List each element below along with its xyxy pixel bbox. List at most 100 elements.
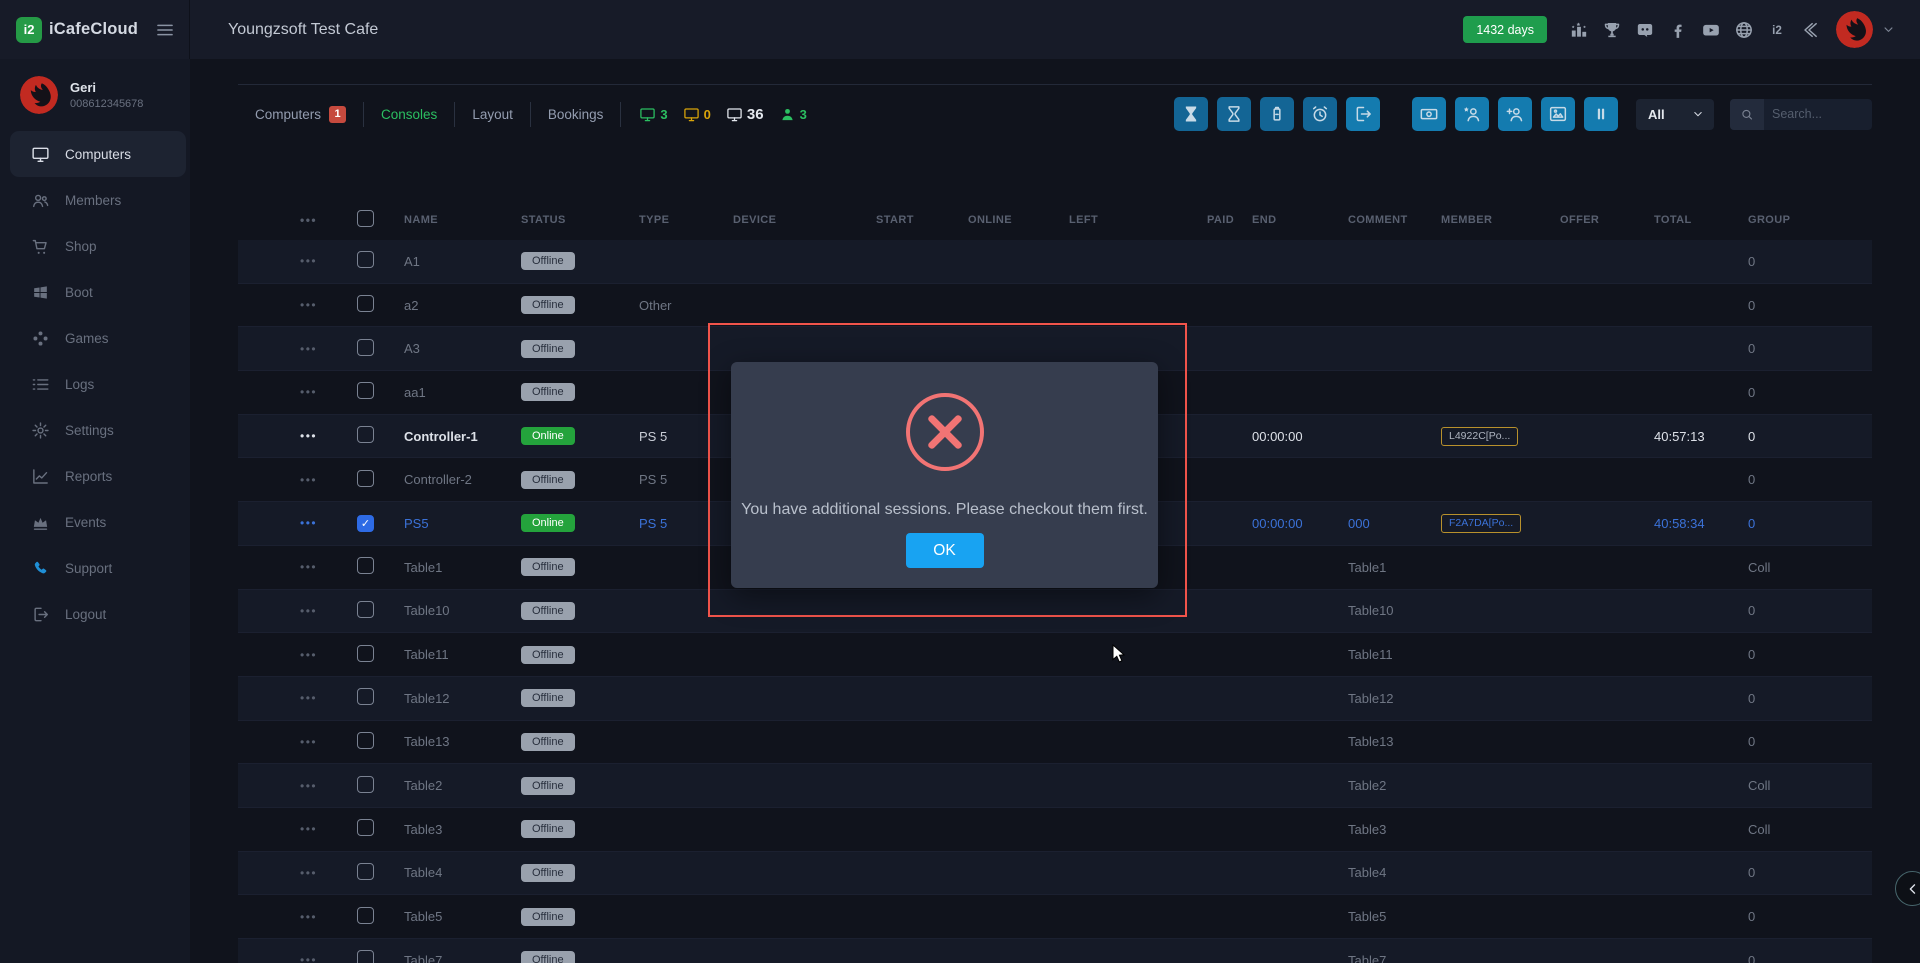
screenshot-button[interactable] — [1541, 97, 1575, 131]
row-checkbox[interactable] — [357, 251, 374, 268]
sidebar-item-logout[interactable]: Logout — [10, 591, 186, 637]
cell-name: Table1 — [404, 560, 521, 575]
row-menu-button[interactable]: ••• — [238, 560, 354, 574]
column-header[interactable]: STATUS — [521, 214, 639, 226]
cell-group: 0 — [1748, 385, 1872, 400]
cash-button[interactable] — [1412, 97, 1446, 131]
column-header[interactable]: MEMBER — [1441, 214, 1560, 226]
column-header[interactable]: OFFER — [1560, 214, 1654, 226]
avatar[interactable] — [1836, 11, 1873, 48]
add-member-star-button[interactable] — [1455, 97, 1489, 131]
profile-name: Geri — [70, 80, 143, 95]
alarm-button[interactable] — [1303, 97, 1337, 131]
checkout-button[interactable] — [1346, 97, 1380, 131]
row-checkbox[interactable] — [357, 601, 374, 618]
icafe-icon[interactable]: i2 — [1767, 20, 1787, 40]
row-menu-button[interactable]: ••• — [238, 866, 354, 880]
hourglass-button[interactable] — [1217, 97, 1251, 131]
stack-icon[interactable] — [1800, 20, 1820, 40]
sidebar-item-support[interactable]: Support — [10, 545, 186, 591]
row-checkbox[interactable] — [357, 732, 374, 749]
row-menu-button[interactable]: ••• — [238, 953, 354, 963]
row-menu-button[interactable]: ••• — [238, 779, 354, 793]
row-menu-button[interactable]: ••• — [238, 429, 354, 443]
row-checkbox[interactable] — [357, 295, 374, 312]
sidebar-item-logs[interactable]: Logs — [10, 361, 186, 407]
member-badge[interactable]: F2A7DA[Po... — [1441, 514, 1521, 533]
sidebar-item-settings[interactable]: Settings — [10, 407, 186, 453]
row-checkbox[interactable] — [357, 515, 374, 532]
row-menu-button[interactable]: ••• — [238, 473, 354, 487]
column-header[interactable]: TOTAL — [1654, 214, 1748, 226]
row-checkbox[interactable] — [357, 819, 374, 836]
tab-consoles[interactable]: Consoles — [364, 107, 454, 122]
battery-button[interactable] — [1260, 97, 1294, 131]
row-menu-button[interactable]: ••• — [238, 342, 354, 356]
youtube-icon[interactable] — [1701, 20, 1721, 40]
table-row: •••a2OfflineOther0 — [238, 284, 1872, 328]
globe-icon[interactable] — [1734, 20, 1754, 40]
row-checkbox[interactable] — [357, 950, 374, 963]
pause-button[interactable] — [1584, 97, 1618, 131]
select-all-checkbox[interactable] — [357, 210, 374, 227]
tab-bookings[interactable]: Bookings — [531, 107, 621, 122]
profile-avatar[interactable] — [20, 76, 58, 114]
row-menu-button[interactable]: ••• — [238, 822, 354, 836]
row-checkbox[interactable] — [357, 557, 374, 574]
hourglass-fill-button[interactable] — [1174, 97, 1208, 131]
table-row: •••Table12OfflineTable120 — [238, 677, 1872, 721]
member-badge[interactable]: L4922C[Po... — [1441, 427, 1518, 446]
sidebar-item-computers[interactable]: Computers — [10, 131, 186, 177]
column-header[interactable]: START — [876, 214, 968, 226]
column-header[interactable]: DEVICE — [733, 214, 876, 226]
row-checkbox[interactable] — [357, 470, 374, 487]
cell-comment: Table7 — [1348, 953, 1441, 963]
row-menu-button[interactable]: ••• — [238, 385, 354, 399]
app-name: iCafeCloud — [49, 20, 138, 39]
sidebar-item-games[interactable]: Games — [10, 315, 186, 361]
sidebar-item-boot[interactable]: Boot — [10, 269, 186, 315]
sidebar-item-members[interactable]: Members — [10, 177, 186, 223]
tab-computers[interactable]: Computers1 — [238, 106, 363, 123]
facebook-icon[interactable] — [1668, 20, 1688, 40]
row-menu-button[interactable]: ••• — [238, 910, 354, 924]
column-header[interactable]: PAID — [1207, 214, 1252, 226]
sidebar-item-events[interactable]: Events — [10, 499, 186, 545]
row-menu-button[interactable]: ••• — [238, 648, 354, 662]
column-header[interactable]: NAME — [404, 214, 521, 226]
ok-button[interactable]: OK — [906, 533, 984, 568]
row-checkbox[interactable] — [357, 776, 374, 793]
row-checkbox[interactable] — [357, 688, 374, 705]
column-header[interactable]: TYPE — [639, 214, 733, 226]
row-checkbox[interactable] — [357, 382, 374, 399]
row-menu-button[interactable]: ••• — [238, 691, 354, 705]
subscription-days-badge[interactable]: 1432 days — [1463, 16, 1547, 43]
add-member-button[interactable] — [1498, 97, 1532, 131]
row-menu-button[interactable]: ••• — [238, 516, 354, 530]
ranking-icon[interactable] — [1569, 20, 1589, 40]
chevron-down-icon[interactable] — [1881, 22, 1896, 37]
row-menu-button[interactable]: ••• — [238, 254, 354, 268]
filter-select[interactable]: All — [1636, 99, 1714, 130]
trophy-icon[interactable] — [1602, 20, 1622, 40]
modal-message: You have additional sessions. Please che… — [741, 501, 1148, 519]
row-checkbox[interactable] — [357, 863, 374, 880]
column-header[interactable]: COMMENT — [1348, 214, 1441, 226]
hamburger-menu-icon[interactable] — [155, 20, 175, 40]
row-checkbox[interactable] — [357, 907, 374, 924]
row-checkbox[interactable] — [357, 339, 374, 356]
column-header[interactable]: GROUP — [1748, 214, 1872, 226]
row-menu-button[interactable]: ••• — [238, 604, 354, 618]
row-checkbox[interactable] — [357, 645, 374, 662]
row-menu-button[interactable]: ••• — [238, 298, 354, 312]
search-input[interactable] — [1764, 99, 1872, 130]
sidebar-item-reports[interactable]: Reports — [10, 453, 186, 499]
sidebar-item-shop[interactable]: Shop — [10, 223, 186, 269]
row-menu-button[interactable]: ••• — [238, 735, 354, 749]
column-header[interactable]: END — [1252, 214, 1348, 226]
row-checkbox[interactable] — [357, 426, 374, 443]
column-header[interactable]: LEFT — [1069, 214, 1207, 226]
discord-icon[interactable] — [1635, 20, 1655, 40]
column-header[interactable]: ONLINE — [968, 214, 1069, 226]
tab-layout[interactable]: Layout — [455, 107, 530, 122]
